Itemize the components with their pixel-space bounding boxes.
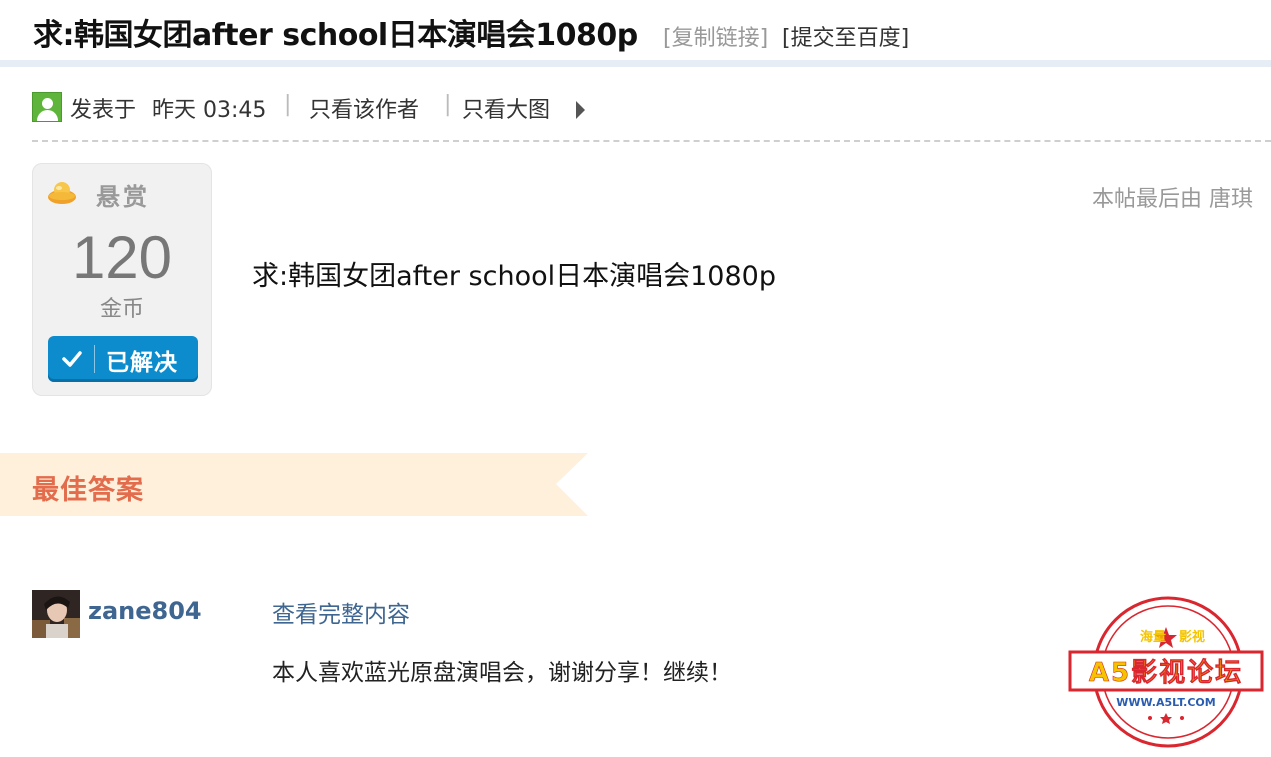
posted-label: 发表于 — [70, 98, 137, 123]
stamp-top-left: 海量 — [1140, 629, 1166, 645]
user-icon[interactable] — [32, 92, 62, 122]
solved-badge: 已解决 — [48, 336, 198, 382]
thread-title: 求:韩国女团after school日本演唱会1080p — [33, 18, 638, 53]
gold-ingot-icon — [48, 182, 76, 204]
answer-username[interactable]: zane804 — [88, 597, 202, 625]
stamp-url: WWW.A5LT.COM — [1116, 696, 1215, 709]
title-divider — [0, 60, 1271, 67]
edit-note: 本帖最后由 唐琪 — [1092, 187, 1253, 212]
best-answer-heading: 最佳答案 — [32, 475, 144, 506]
view-full-link[interactable]: 查看完整内容 — [272, 595, 410, 629]
check-icon — [62, 351, 82, 367]
reward-unit: 金币 — [99, 297, 144, 322]
watermark-stamp: 海量 影视 A5影视论坛 WWW.A5LT.COM — [1068, 596, 1264, 748]
copy-link-button[interactable]: [复制链接] — [663, 20, 768, 52]
avatar[interactable] — [32, 590, 80, 638]
arrow-right-icon[interactable] — [576, 101, 585, 119]
answer-content: 本人喜欢蓝光原盘演唱会，谢谢分享！继续！ — [272, 660, 732, 686]
reward-label: 悬赏 — [96, 182, 150, 211]
submit-baidu-link[interactable]: [提交至百度] — [782, 20, 909, 52]
posted-time: 昨天 03:45 — [152, 98, 267, 123]
solved-label: 已解决 — [106, 350, 178, 376]
stamp-title: A5影视论坛 — [1089, 658, 1243, 688]
only-author-link[interactable]: 只看该作者 — [309, 92, 419, 124]
only-images-link[interactable]: 只看大图 — [462, 92, 550, 124]
reward-box: 悬赏 120 金币 已解决 — [32, 163, 212, 396]
post-body: 求:韩国女团after school日本演唱会1080p — [252, 261, 776, 292]
stamp-top-right: 影视 — [1179, 629, 1205, 645]
meta-separator: | — [444, 92, 452, 117]
reward-amount: 120 — [71, 224, 173, 291]
meta-separator: | — [284, 92, 292, 117]
thread-header: 求:韩国女团after school日本演唱会1080p [复制链接] [提交至… — [0, 0, 1271, 60]
badge-divider — [94, 345, 95, 373]
meta-divider — [32, 140, 1271, 142]
